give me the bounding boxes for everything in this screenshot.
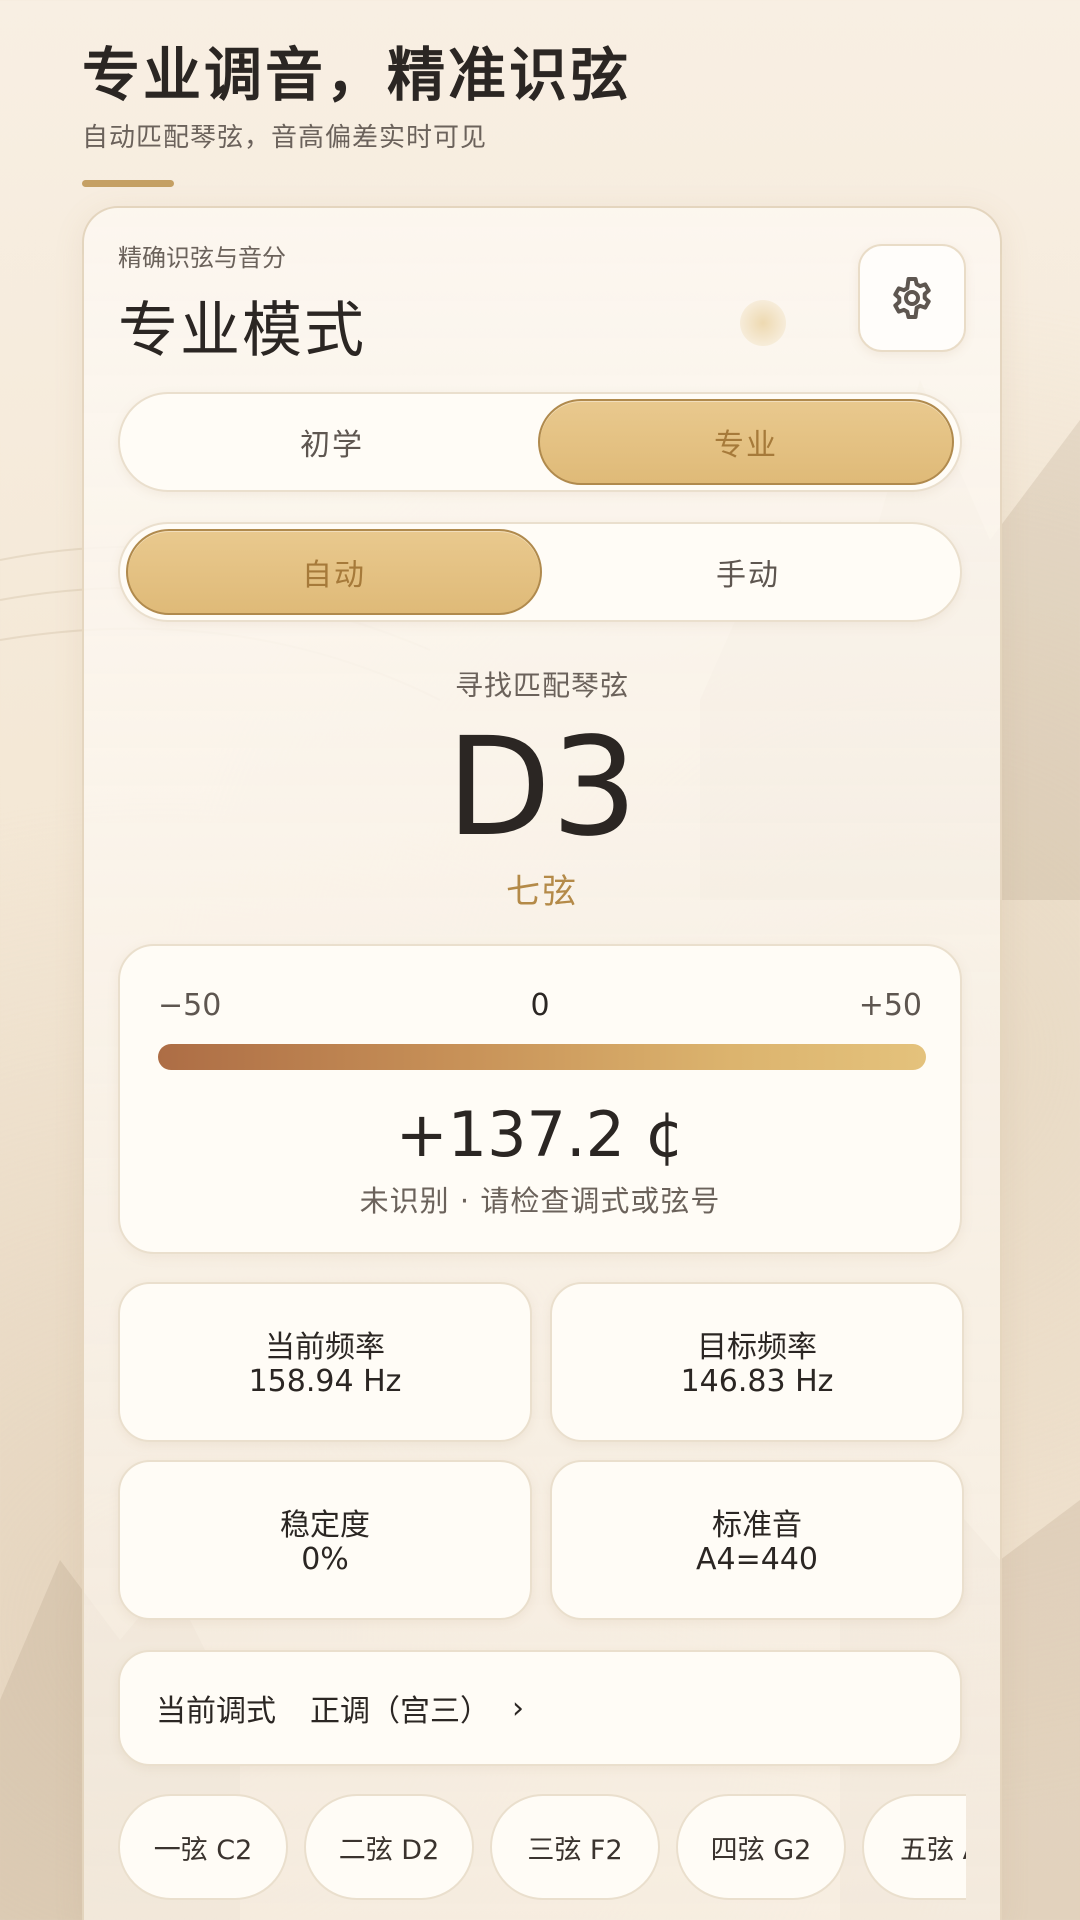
detect-option-manual[interactable]: 手动 <box>542 529 954 615</box>
cents-status: 未识别 · 请检查调式或弦号 <box>359 1184 721 1218</box>
detected-note: D3 <box>446 709 638 867</box>
gear-icon <box>893 277 931 319</box>
level-option-pro[interactable]: 专业 <box>538 399 954 485</box>
stat-label: 目标频率 <box>697 1330 817 1365</box>
scale-mid-label: 0 <box>530 988 550 1023</box>
tuning-label: 当前调式 <box>156 1694 276 1729</box>
stat-value: 146.83 Hz <box>680 1364 834 1399</box>
stat-label: 稳定度 <box>280 1508 370 1543</box>
stat-value: 0% <box>301 1542 349 1577</box>
chevron-right-icon: › <box>512 1690 524 1726</box>
page-title: 专业调音，精准识弦 <box>82 41 632 109</box>
detect-option-auto[interactable]: 自动 <box>126 529 542 615</box>
string-chip-1[interactable]: 一弦 C2 <box>118 1794 288 1900</box>
string-chip-2[interactable]: 二弦 D2 <box>304 1794 474 1900</box>
page-subtitle: 自动匹配琴弦，音高偏差实时可见 <box>82 123 488 153</box>
tuning-selector[interactable]: 当前调式 正调（宫三） › <box>118 1650 962 1766</box>
settings-button[interactable] <box>858 244 966 352</box>
stat-value: A4=440 <box>695 1542 818 1577</box>
seek-label: 寻找匹配琴弦 <box>454 669 629 702</box>
mode-description: 精确识弦与音分 <box>118 244 286 272</box>
string-chip-5[interactable]: 五弦 A <box>862 1794 966 1900</box>
stat-reference-pitch: 标准音 A4=440 <box>550 1460 964 1620</box>
detected-string: 七弦 <box>506 872 578 912</box>
title-underline <box>82 180 174 187</box>
stat-stability: 稳定度 0% <box>118 1460 532 1620</box>
moon-decoration <box>740 300 786 346</box>
stat-label: 当前频率 <box>265 1330 385 1365</box>
stat-label: 标准音 <box>712 1508 802 1543</box>
mode-title: 专业模式 <box>118 296 366 366</box>
cents-value: +137.2 ¢ <box>395 1098 685 1171</box>
stat-target-frequency: 目标频率 146.83 Hz <box>550 1282 964 1442</box>
detect-toggle: 自动 手动 <box>118 522 962 622</box>
cents-meter-bar <box>158 1044 926 1070</box>
scale-max-label: +50 <box>858 988 922 1023</box>
level-option-beginner[interactable]: 初学 <box>126 399 538 485</box>
stat-value: 158.94 Hz <box>248 1364 402 1399</box>
cents-meter-card: −50 0 +50 +137.2 ¢ 未识别 · 请检查调式或弦号 <box>118 944 962 1254</box>
string-chip-4[interactable]: 四弦 G2 <box>676 1794 846 1900</box>
string-chip-3[interactable]: 三弦 F2 <box>490 1794 660 1900</box>
stat-current-frequency: 当前频率 158.94 Hz <box>118 1282 532 1442</box>
level-toggle: 初学 专业 <box>118 392 962 492</box>
string-chip-list: 一弦 C2 二弦 D2 三弦 F2 四弦 G2 五弦 A <box>118 1794 966 1904</box>
tuning-value: 正调（宫三） <box>310 1694 490 1729</box>
tuner-card: 精确识弦与音分 专业模式 初学 专业 自动 手动 寻找匹配琴弦 D3 七弦 −5… <box>82 206 1002 1920</box>
page-header: 专业调音，精准识弦 自动匹配琴弦，音高偏差实时可见 <box>82 38 1002 187</box>
